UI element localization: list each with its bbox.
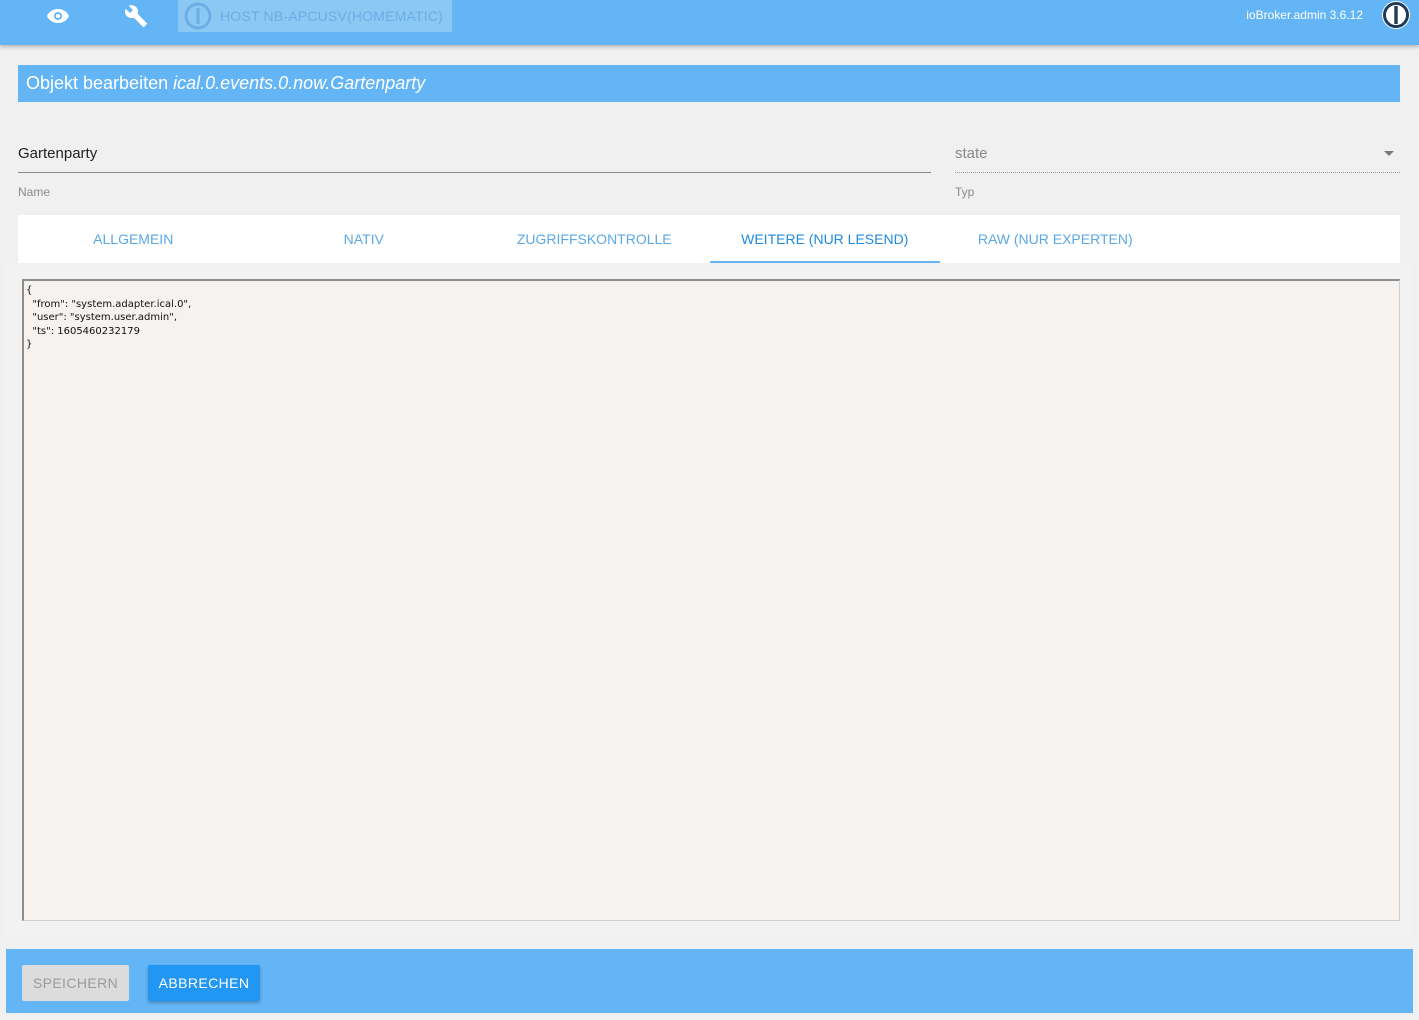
host-selector-button[interactable]: HOST NB-APCUSV(HOMEMATIC) — [178, 0, 452, 32]
tab-weitere[interactable]: WEITERE (NUR LESEND) — [709, 215, 941, 263]
chevron-down-icon — [1384, 151, 1394, 156]
cancel-button[interactable]: ABBRECHEN — [148, 965, 260, 1001]
iobroker-logo-icon — [1381, 0, 1411, 30]
admin-version: ioBroker.admin 3.6.12 — [1246, 8, 1363, 22]
tab-raw[interactable]: RAW (NUR EXPERTEN) — [940, 215, 1171, 263]
name-input[interactable]: Gartenparty — [18, 135, 931, 173]
eye-icon[interactable] — [38, 0, 78, 32]
json-textarea[interactable]: { "from": "system.adapter.ical.0", "user… — [22, 279, 1400, 921]
type-label: Typ — [955, 185, 975, 199]
type-select[interactable]: state — [955, 135, 1400, 173]
save-button[interactable]: SPEICHERN — [22, 965, 129, 1001]
tab-nativ[interactable]: NATIV — [249, 215, 480, 263]
dialog-footer: SPEICHERN ABBRECHEN — [6, 949, 1413, 1013]
host-logo-icon — [184, 2, 212, 30]
type-select-value: state — [955, 145, 988, 162]
dialog-title-prefix: Objekt bearbeiten — [26, 73, 169, 93]
tab-zugriffskontrolle[interactable]: ZUGRIFFSKONTROLLE — [479, 215, 710, 263]
type-field: state Typ — [955, 135, 1400, 199]
name-label: Name — [18, 185, 51, 199]
name-field: Gartenparty Name — [18, 135, 931, 199]
wrench-icon[interactable] — [116, 0, 156, 32]
tab-bar: ALLGEMEIN NATIV ZUGRIFFSKONTROLLE WEITER… — [18, 215, 1400, 263]
tab-allgemein[interactable]: ALLGEMEIN — [18, 215, 249, 263]
host-label: HOST NB-APCUSV(HOMEMATIC) — [220, 8, 444, 24]
top-bar: HOST NB-APCUSV(HOMEMATIC) ioBroker.admin… — [0, 0, 1419, 45]
dialog-title: Objekt bearbeiten ical.0.events.0.now.Ga… — [18, 65, 1400, 102]
dialog-object-id: ical.0.events.0.now.Gartenparty — [173, 73, 426, 93]
